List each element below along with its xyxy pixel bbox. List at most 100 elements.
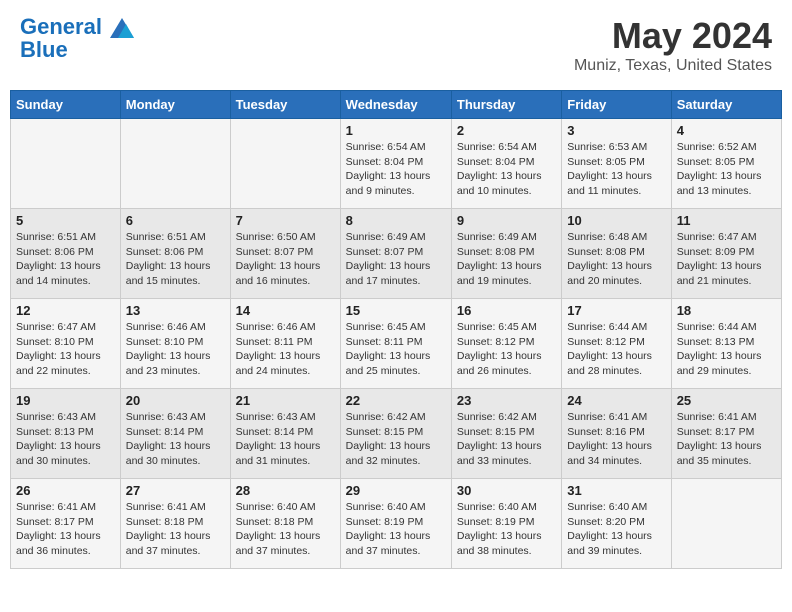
day-number: 24: [567, 393, 665, 408]
location: Muniz, Texas, United States: [574, 57, 772, 75]
day-info: Sunrise: 6:50 AM Sunset: 8:07 PM Dayligh…: [236, 230, 335, 289]
day-number: 31: [567, 483, 665, 498]
calendar-cell: 6 Sunrise: 6:51 AM Sunset: 8:06 PM Daylig…: [120, 209, 230, 299]
week-row-2: 5 Sunrise: 6:51 AM Sunset: 8:06 PM Daylig…: [11, 209, 782, 299]
day-info: Sunrise: 6:47 AM Sunset: 8:09 PM Dayligh…: [677, 230, 776, 289]
calendar-cell: 9 Sunrise: 6:49 AM Sunset: 8:08 PM Daylig…: [451, 209, 561, 299]
day-number: 1: [346, 123, 446, 138]
day-number: 17: [567, 303, 665, 318]
day-number: 7: [236, 213, 335, 228]
day-number: 18: [677, 303, 776, 318]
month-year: May 2024: [574, 15, 772, 57]
calendar-cell: 23 Sunrise: 6:42 AM Sunset: 8:15 PM Dayli…: [451, 389, 561, 479]
calendar-cell: 4 Sunrise: 6:52 AM Sunset: 8:05 PM Daylig…: [671, 119, 781, 209]
calendar-cell: 19 Sunrise: 6:43 AM Sunset: 8:13 PM Dayli…: [11, 389, 121, 479]
day-info: Sunrise: 6:47 AM Sunset: 8:10 PM Dayligh…: [16, 320, 115, 379]
day-number: 19: [16, 393, 115, 408]
calendar-cell: 27 Sunrise: 6:41 AM Sunset: 8:18 PM Dayli…: [120, 479, 230, 569]
calendar-cell: 5 Sunrise: 6:51 AM Sunset: 8:06 PM Daylig…: [11, 209, 121, 299]
day-info: Sunrise: 6:53 AM Sunset: 8:05 PM Dayligh…: [567, 140, 665, 199]
day-info: Sunrise: 6:40 AM Sunset: 8:19 PM Dayligh…: [346, 500, 446, 559]
day-number: 5: [16, 213, 115, 228]
day-number: 29: [346, 483, 446, 498]
day-number: 26: [16, 483, 115, 498]
day-header-thursday: Thursday: [451, 91, 561, 119]
day-number: 10: [567, 213, 665, 228]
day-info: Sunrise: 6:44 AM Sunset: 8:13 PM Dayligh…: [677, 320, 776, 379]
day-info: Sunrise: 6:49 AM Sunset: 8:08 PM Dayligh…: [457, 230, 556, 289]
day-info: Sunrise: 6:51 AM Sunset: 8:06 PM Dayligh…: [126, 230, 225, 289]
calendar-cell: 3Sunrise: 6:53 AM Sunset: 8:05 PM Daylig…: [562, 119, 671, 209]
calendar-cell: 8 Sunrise: 6:49 AM Sunset: 8:07 PM Daylig…: [340, 209, 451, 299]
logo-icon: [110, 18, 134, 38]
day-info: Sunrise: 6:48 AM Sunset: 8:08 PM Dayligh…: [567, 230, 665, 289]
day-header-wednesday: Wednesday: [340, 91, 451, 119]
page-header: General Blue May 2024 Muniz, Texas, Unit…: [10, 10, 782, 80]
day-info: Sunrise: 6:49 AM Sunset: 8:07 PM Dayligh…: [346, 230, 446, 289]
day-number: 13: [126, 303, 225, 318]
day-number: 27: [126, 483, 225, 498]
day-info: Sunrise: 6:43 AM Sunset: 8:14 PM Dayligh…: [236, 410, 335, 469]
week-row-3: 12 Sunrise: 6:47 AM Sunset: 8:10 PM Dayli…: [11, 299, 782, 389]
calendar-cell: 30Sunrise: 6:40 AM Sunset: 8:19 PM Dayli…: [451, 479, 561, 569]
day-info: Sunrise: 6:51 AM Sunset: 8:06 PM Dayligh…: [16, 230, 115, 289]
calendar-cell: 10 Sunrise: 6:48 AM Sunset: 8:08 PM Dayli…: [562, 209, 671, 299]
day-number: 14: [236, 303, 335, 318]
calendar-cell: 17 Sunrise: 6:44 AM Sunset: 8:12 PM Dayli…: [562, 299, 671, 389]
calendar-cell: [11, 119, 121, 209]
day-number: 25: [677, 393, 776, 408]
calendar-cell: 16 Sunrise: 6:45 AM Sunset: 8:12 PM Dayli…: [451, 299, 561, 389]
day-info: Sunrise: 6:52 AM Sunset: 8:05 PM Dayligh…: [677, 140, 776, 199]
day-info: Sunrise: 6:43 AM Sunset: 8:13 PM Dayligh…: [16, 410, 115, 469]
day-info: Sunrise: 6:40 AM Sunset: 8:20 PM Dayligh…: [567, 500, 665, 559]
title-block: May 2024 Muniz, Texas, United States: [574, 15, 772, 75]
day-info: Sunrise: 6:42 AM Sunset: 8:15 PM Dayligh…: [457, 410, 556, 469]
day-info: Sunrise: 6:41 AM Sunset: 8:16 PM Dayligh…: [567, 410, 665, 469]
day-info: Sunrise: 6:45 AM Sunset: 8:12 PM Dayligh…: [457, 320, 556, 379]
calendar-cell: 28 Sunrise: 6:40 AM Sunset: 8:18 PM Dayli…: [230, 479, 340, 569]
calendar-cell: [120, 119, 230, 209]
calendar-cell: [671, 479, 781, 569]
calendar-cell: 11 Sunrise: 6:47 AM Sunset: 8:09 PM Dayli…: [671, 209, 781, 299]
day-number: 28: [236, 483, 335, 498]
day-header-friday: Friday: [562, 91, 671, 119]
logo: General Blue: [20, 15, 134, 63]
day-number: 9: [457, 213, 556, 228]
calendar-cell: 20Sunrise: 6:43 AM Sunset: 8:14 PM Dayli…: [120, 389, 230, 479]
day-number: 8: [346, 213, 446, 228]
logo-blue-text: Blue: [20, 37, 134, 63]
day-info: Sunrise: 6:43 AM Sunset: 8:14 PM Dayligh…: [126, 410, 225, 469]
day-header-sunday: Sunday: [11, 91, 121, 119]
day-number: 12: [16, 303, 115, 318]
day-number: 6: [126, 213, 225, 228]
calendar-cell: 26Sunrise: 6:41 AM Sunset: 8:17 PM Dayli…: [11, 479, 121, 569]
calendar-cell: 29 Sunrise: 6:40 AM Sunset: 8:19 PM Dayli…: [340, 479, 451, 569]
day-number: 4: [677, 123, 776, 138]
week-row-1: 1Sunrise: 6:54 AM Sunset: 8:04 PM Daylig…: [11, 119, 782, 209]
day-number: 11: [677, 213, 776, 228]
day-info: Sunrise: 6:40 AM Sunset: 8:18 PM Dayligh…: [236, 500, 335, 559]
calendar-cell: 13 Sunrise: 6:46 AM Sunset: 8:10 PM Dayli…: [120, 299, 230, 389]
day-info: Sunrise: 6:41 AM Sunset: 8:17 PM Dayligh…: [677, 410, 776, 469]
day-info: Sunrise: 6:46 AM Sunset: 8:10 PM Dayligh…: [126, 320, 225, 379]
calendar-cell: 22Sunrise: 6:42 AM Sunset: 8:15 PM Dayli…: [340, 389, 451, 479]
day-number: 21: [236, 393, 335, 408]
calendar-cell: 31 Sunrise: 6:40 AM Sunset: 8:20 PM Dayli…: [562, 479, 671, 569]
calendar-table: SundayMondayTuesdayWednesdayThursdayFrid…: [10, 90, 782, 569]
calendar-cell: 14Sunrise: 6:46 AM Sunset: 8:11 PM Dayli…: [230, 299, 340, 389]
day-info: Sunrise: 6:44 AM Sunset: 8:12 PM Dayligh…: [567, 320, 665, 379]
day-number: 23: [457, 393, 556, 408]
calendar-cell: 7 Sunrise: 6:50 AM Sunset: 8:07 PM Daylig…: [230, 209, 340, 299]
calendar-cell: 15Sunrise: 6:45 AM Sunset: 8:11 PM Dayli…: [340, 299, 451, 389]
day-number: 16: [457, 303, 556, 318]
calendar-cell: 12 Sunrise: 6:47 AM Sunset: 8:10 PM Dayli…: [11, 299, 121, 389]
calendar-cell: 25 Sunrise: 6:41 AM Sunset: 8:17 PM Dayli…: [671, 389, 781, 479]
day-number: 22: [346, 393, 446, 408]
day-header-monday: Monday: [120, 91, 230, 119]
calendar-cell: 24 Sunrise: 6:41 AM Sunset: 8:16 PM Dayli…: [562, 389, 671, 479]
day-number: 2: [457, 123, 556, 138]
day-info: Sunrise: 6:41 AM Sunset: 8:18 PM Dayligh…: [126, 500, 225, 559]
calendar-cell: 18 Sunrise: 6:44 AM Sunset: 8:13 PM Dayli…: [671, 299, 781, 389]
day-header-saturday: Saturday: [671, 91, 781, 119]
day-info: Sunrise: 6:45 AM Sunset: 8:11 PM Dayligh…: [346, 320, 446, 379]
